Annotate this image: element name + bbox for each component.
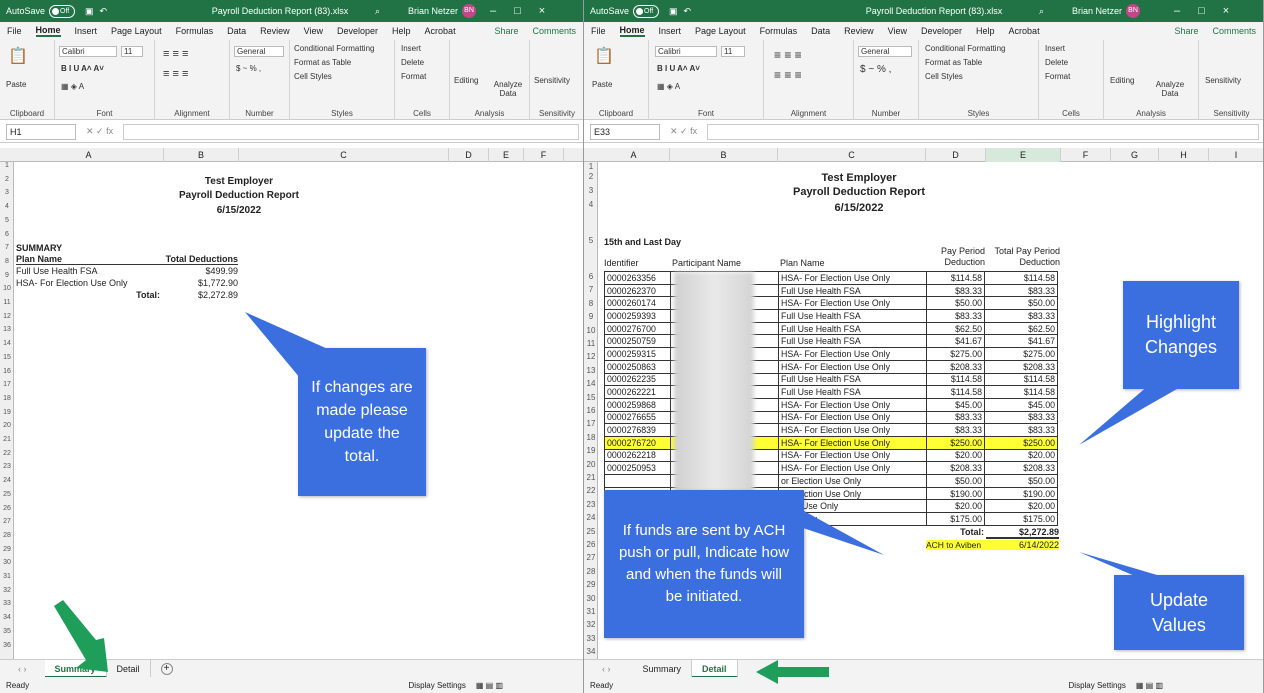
callout-pointer	[784, 500, 884, 555]
callout-pointers	[54, 312, 330, 672]
callout-pointer	[1079, 552, 1174, 580]
callout-pointers	[756, 385, 1184, 684]
green-arrow-icon	[756, 660, 829, 684]
callout-pointer	[1079, 385, 1184, 445]
green-arrow-icon	[54, 600, 108, 672]
right-excel-window: AutoSave Off ▣ ↶ Payroll Deduction Repor…	[584, 0, 1264, 693]
left-excel-window: AutoSave Off ▣ ↶ Payroll Deduction Repor…	[0, 0, 584, 693]
callout-pointer	[245, 312, 330, 378]
